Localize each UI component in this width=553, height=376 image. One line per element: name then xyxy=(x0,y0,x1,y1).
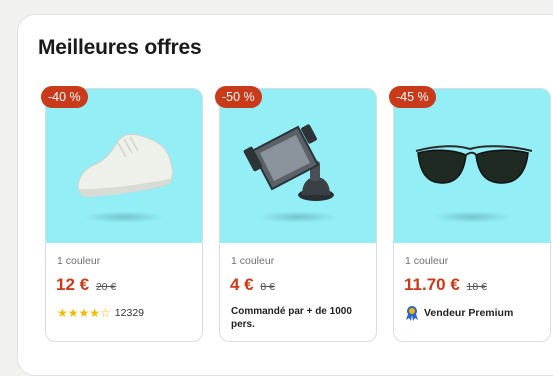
star-rating-icon: ★★★★☆ xyxy=(57,306,111,320)
premium-badge-icon xyxy=(406,306,418,321)
old-price: 20 € xyxy=(95,281,117,293)
old-price: 18 € xyxy=(466,281,487,293)
color-count: 1 couleur xyxy=(57,255,101,267)
popularity-note: Commandé par + de 1000 pers. xyxy=(231,306,352,330)
product-image[interactable] xyxy=(220,89,376,243)
price: 11.70 € 18 € xyxy=(404,275,487,294)
price: 12 € 20 € xyxy=(56,275,117,294)
rating: ★★★★☆ 12329 xyxy=(57,306,144,320)
discount-badge: -45 % xyxy=(389,86,436,108)
product-card[interactable]: 1 couleur 11.70 € 18 € Vendeur Premium xyxy=(393,88,551,342)
phone-holder-image xyxy=(243,124,334,201)
discount-badge: -50 % xyxy=(215,86,262,108)
seller-label: Vendeur Premium xyxy=(424,307,514,319)
review-count: 12329 xyxy=(114,307,144,319)
section-title: Meilleures offres xyxy=(38,36,202,59)
product-image[interactable] xyxy=(394,89,550,243)
color-count: 1 couleur xyxy=(231,255,275,267)
product-image[interactable] xyxy=(46,89,202,243)
product-card[interactable]: 1 couleur 12 € 20 € ★★★★☆ 12329 xyxy=(45,88,203,342)
sunglasses-image xyxy=(415,145,533,184)
old-price: 8 € xyxy=(260,281,275,293)
price: 4 € 8 € xyxy=(230,275,275,294)
product-card[interactable]: 1 couleur 4 € 8 € Commandé par + de 1000… xyxy=(219,88,377,342)
color-count: 1 couleur xyxy=(405,255,449,267)
sneaker-image xyxy=(77,133,174,197)
discount-badge: -40 % xyxy=(41,86,88,108)
premium-seller: Vendeur Premium xyxy=(405,305,513,321)
